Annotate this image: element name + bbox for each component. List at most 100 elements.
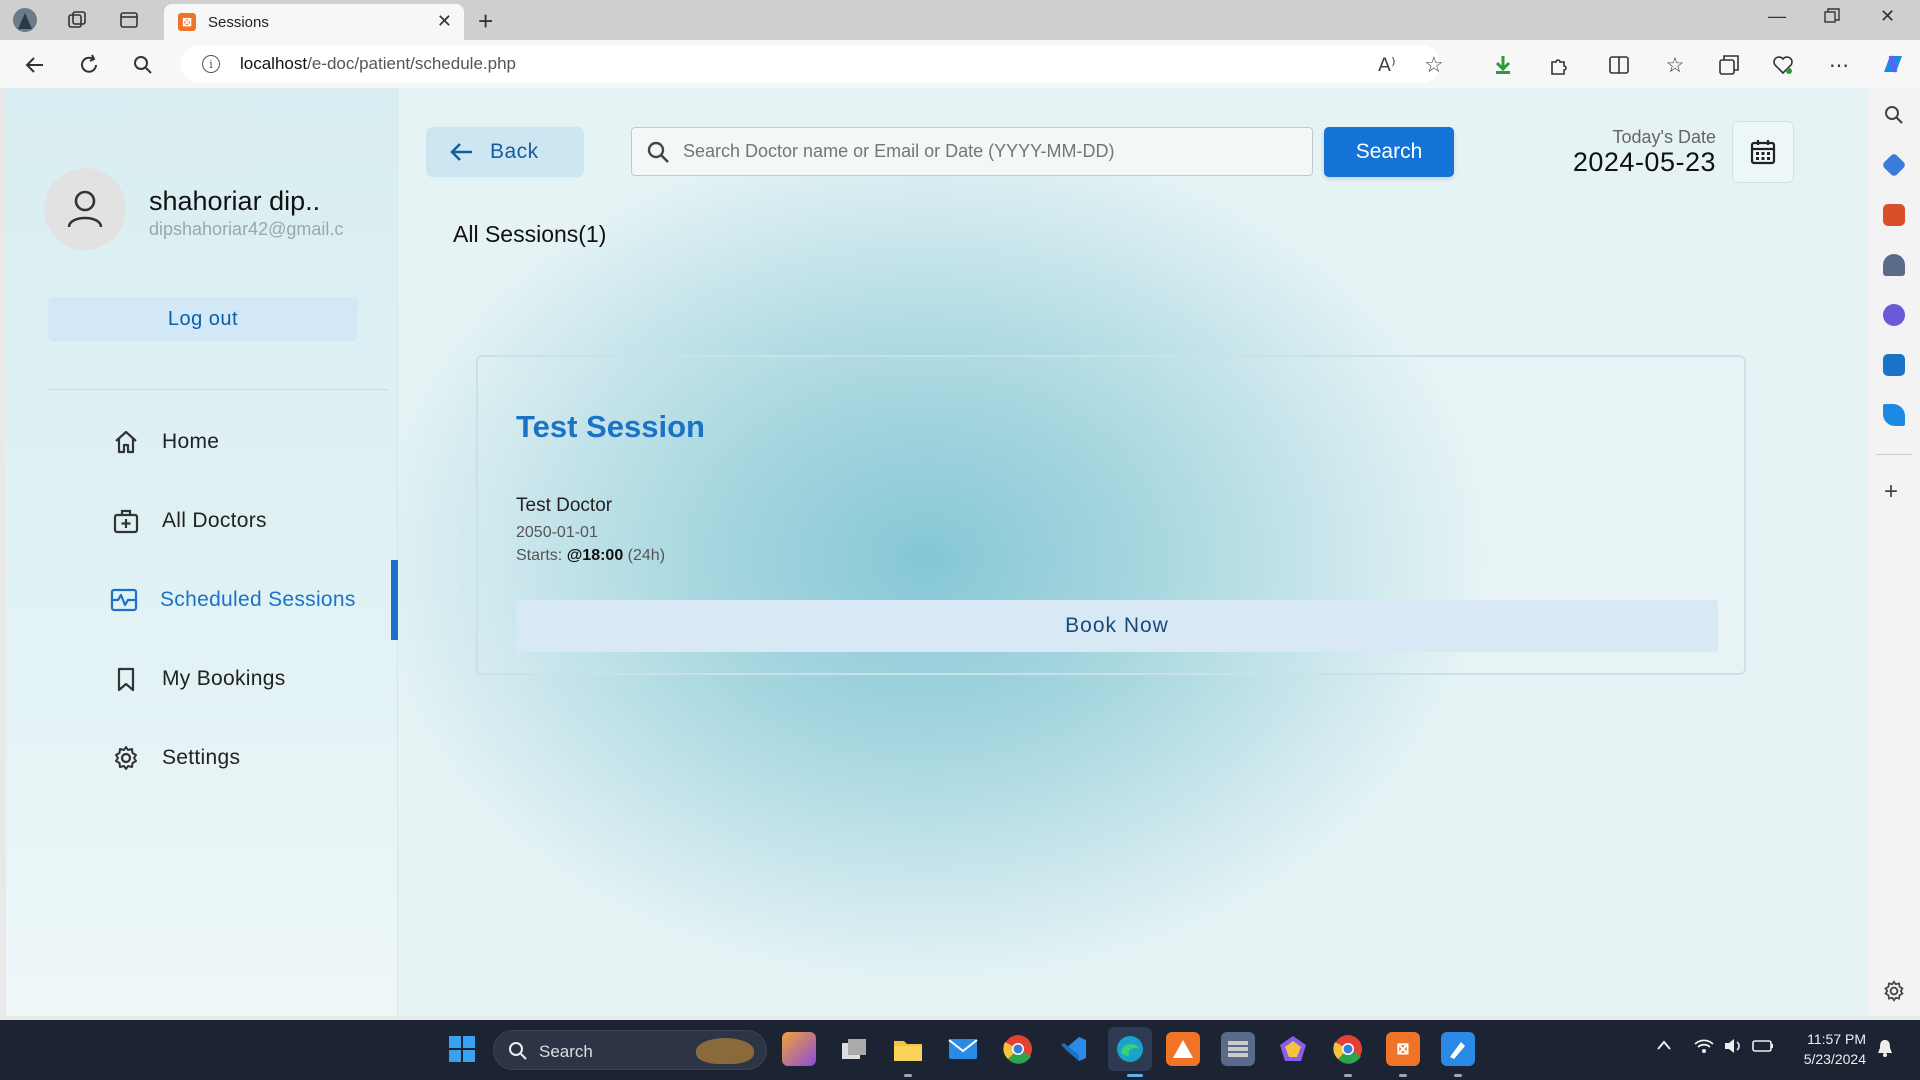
clock-time[interactable]: 11:57 PM [1786, 1031, 1866, 1047]
obsidian-icon[interactable] [1276, 1032, 1310, 1066]
session-doctor: Test Doctor [516, 495, 613, 516]
file-explorer-icon[interactable] [891, 1032, 925, 1066]
tab-favicon-icon: ⊠ [178, 13, 196, 31]
restore-icon[interactable] [1824, 8, 1840, 29]
split-screen-icon[interactable] [1606, 52, 1632, 78]
edge-browser-icon[interactable] [1108, 1027, 1152, 1071]
logout-button[interactable]: Log out [48, 297, 358, 342]
add-sidebar-app-icon[interactable]: + [1884, 478, 1898, 506]
windows-start-icon[interactable] [445, 1032, 479, 1066]
paint-icon[interactable] [1441, 1032, 1475, 1066]
address-bar[interactable]: i localhost/e-doc/patient/schedule.php A… [180, 45, 1444, 83]
sidebar-search-icon[interactable] [1883, 104, 1905, 126]
date-value: 2024-05-23 [1572, 147, 1716, 177]
tools-briefcase-icon[interactable] [1883, 204, 1905, 226]
session-date: 2050-01-01 [516, 524, 598, 541]
favorites-icon[interactable]: ☆ [1662, 52, 1688, 78]
microsoft-365-icon[interactable] [1883, 304, 1905, 326]
user-avatar-icon [44, 168, 126, 250]
profile-avatar-icon[interactable] [12, 7, 38, 33]
edge-sidebar: + [1868, 88, 1920, 1016]
mail-icon[interactable] [946, 1032, 980, 1066]
sidebar-item-label: Home [162, 430, 220, 453]
running-indicator [904, 1074, 912, 1077]
site-info-icon[interactable]: i [202, 55, 220, 73]
workspaces-icon[interactable] [64, 7, 90, 33]
xampp-icon[interactable]: ⊠ [1386, 1032, 1420, 1066]
page-title: All Sessions(1) [453, 221, 607, 247]
copilot-icon[interactable] [1880, 52, 1906, 78]
browser-title-bar: ⊠ Sessions ✕ + — ✕ [0, 0, 1920, 40]
sidebar: shahoriar dip.. dipshahoriar42@gmail.c L… [6, 88, 398, 1016]
minimize-icon[interactable]: — [1768, 6, 1786, 27]
search-highlight-turtle-icon [696, 1038, 754, 1064]
start-suffix: (24h) [623, 547, 666, 564]
search-button[interactable]: Search [1324, 127, 1454, 177]
vertical-tabs-icon[interactable] [116, 7, 142, 33]
favorite-star-icon[interactable]: ☆ [1424, 52, 1444, 78]
sidebar-item-scheduled-sessions[interactable]: Scheduled Sessions [6, 560, 398, 640]
sidebar-settings-icon[interactable] [1883, 980, 1905, 1002]
copilot-pre-icon[interactable] [782, 1032, 816, 1066]
active-indicator [1127, 1074, 1143, 1077]
running-indicator [1399, 1074, 1407, 1077]
date-label: Today's Date [1612, 127, 1717, 147]
games-icon[interactable] [1883, 254, 1905, 276]
browser-tab[interactable]: ⊠ Sessions ✕ [164, 4, 464, 40]
sidebar-item-all-doctors[interactable]: All Doctors [6, 491, 398, 551]
url-host: localhost [240, 54, 308, 73]
session-start-time: Starts: @18:00 (24h) [516, 547, 665, 565]
back-button[interactable]: Back [426, 127, 584, 177]
sidebar-item-settings[interactable]: Settings [6, 728, 398, 788]
sidebar-item-home[interactable]: Home [6, 412, 398, 472]
tab-title: Sessions [208, 14, 269, 31]
refresh-icon[interactable] [76, 52, 102, 78]
sidebar-item-label: Settings [162, 746, 241, 769]
close-window-icon[interactable]: ✕ [1880, 6, 1895, 27]
sidebar-divider [48, 389, 388, 390]
volume-icon[interactable] [1724, 1038, 1744, 1058]
extensions-icon[interactable] [1546, 52, 1572, 78]
search-icon [646, 140, 670, 169]
start-prefix: Starts: [516, 547, 567, 564]
more-options-icon[interactable]: ⋯ [1826, 52, 1852, 78]
browser-essentials-icon[interactable] [1770, 52, 1796, 78]
read-aloud-icon[interactable]: A⁾ [1378, 54, 1396, 76]
profile-email: dipshahoriar42@gmail.c [149, 219, 344, 239]
calendar-icon[interactable] [1732, 121, 1794, 183]
clock-date[interactable]: 5/23/2024 [1786, 1051, 1866, 1067]
session-title: Test Session [516, 409, 705, 444]
show-hidden-icons-icon[interactable] [1656, 1038, 1672, 1055]
battery-icon[interactable] [1752, 1038, 1774, 1058]
book-now-button[interactable]: Book Now [516, 600, 1718, 652]
outlook-icon[interactable] [1883, 354, 1905, 376]
chrome-icon[interactable] [1001, 1032, 1035, 1066]
taskbar-search[interactable]: Search [493, 1030, 767, 1070]
download-extension-icon[interactable] [1490, 52, 1516, 78]
home-icon [112, 428, 140, 456]
back-arrow-icon[interactable] [22, 52, 48, 78]
vscode-icon[interactable] [1056, 1032, 1090, 1066]
search-page-icon[interactable] [130, 52, 156, 78]
address-url: localhost/e-doc/patient/schedule.php [240, 54, 516, 74]
collections-icon[interactable] [1716, 52, 1742, 78]
close-tab-icon[interactable]: ✕ [437, 11, 452, 32]
server-manager-icon[interactable] [1221, 1032, 1255, 1066]
taskbar: Search ⊠ 11:57 PM 5/23/2024 [0, 1020, 1920, 1080]
chrome-profile-icon[interactable] [1331, 1032, 1365, 1066]
drop-icon[interactable] [1883, 404, 1905, 426]
notification-bell-icon[interactable] [1876, 1038, 1894, 1062]
search-input[interactable] [631, 127, 1313, 176]
sidebar-item-my-bookings[interactable]: My Bookings [6, 649, 398, 709]
shopping-tag-icon[interactable] [1881, 152, 1907, 178]
sidebar-item-label: My Bookings [162, 667, 286, 690]
sidebar-item-label: Scheduled Sessions [160, 588, 356, 611]
wifi-icon[interactable] [1694, 1038, 1714, 1058]
running-indicator [1344, 1074, 1352, 1077]
sourcetree-icon[interactable] [1166, 1032, 1200, 1066]
task-view-icon[interactable] [837, 1032, 871, 1066]
running-indicator [1454, 1074, 1462, 1077]
new-tab-icon[interactable]: + [478, 6, 493, 37]
page-viewport: shahoriar dip.. dipshahoriar42@gmail.c L… [6, 88, 1868, 1016]
taskbar-search-label: Search [539, 1042, 593, 1061]
